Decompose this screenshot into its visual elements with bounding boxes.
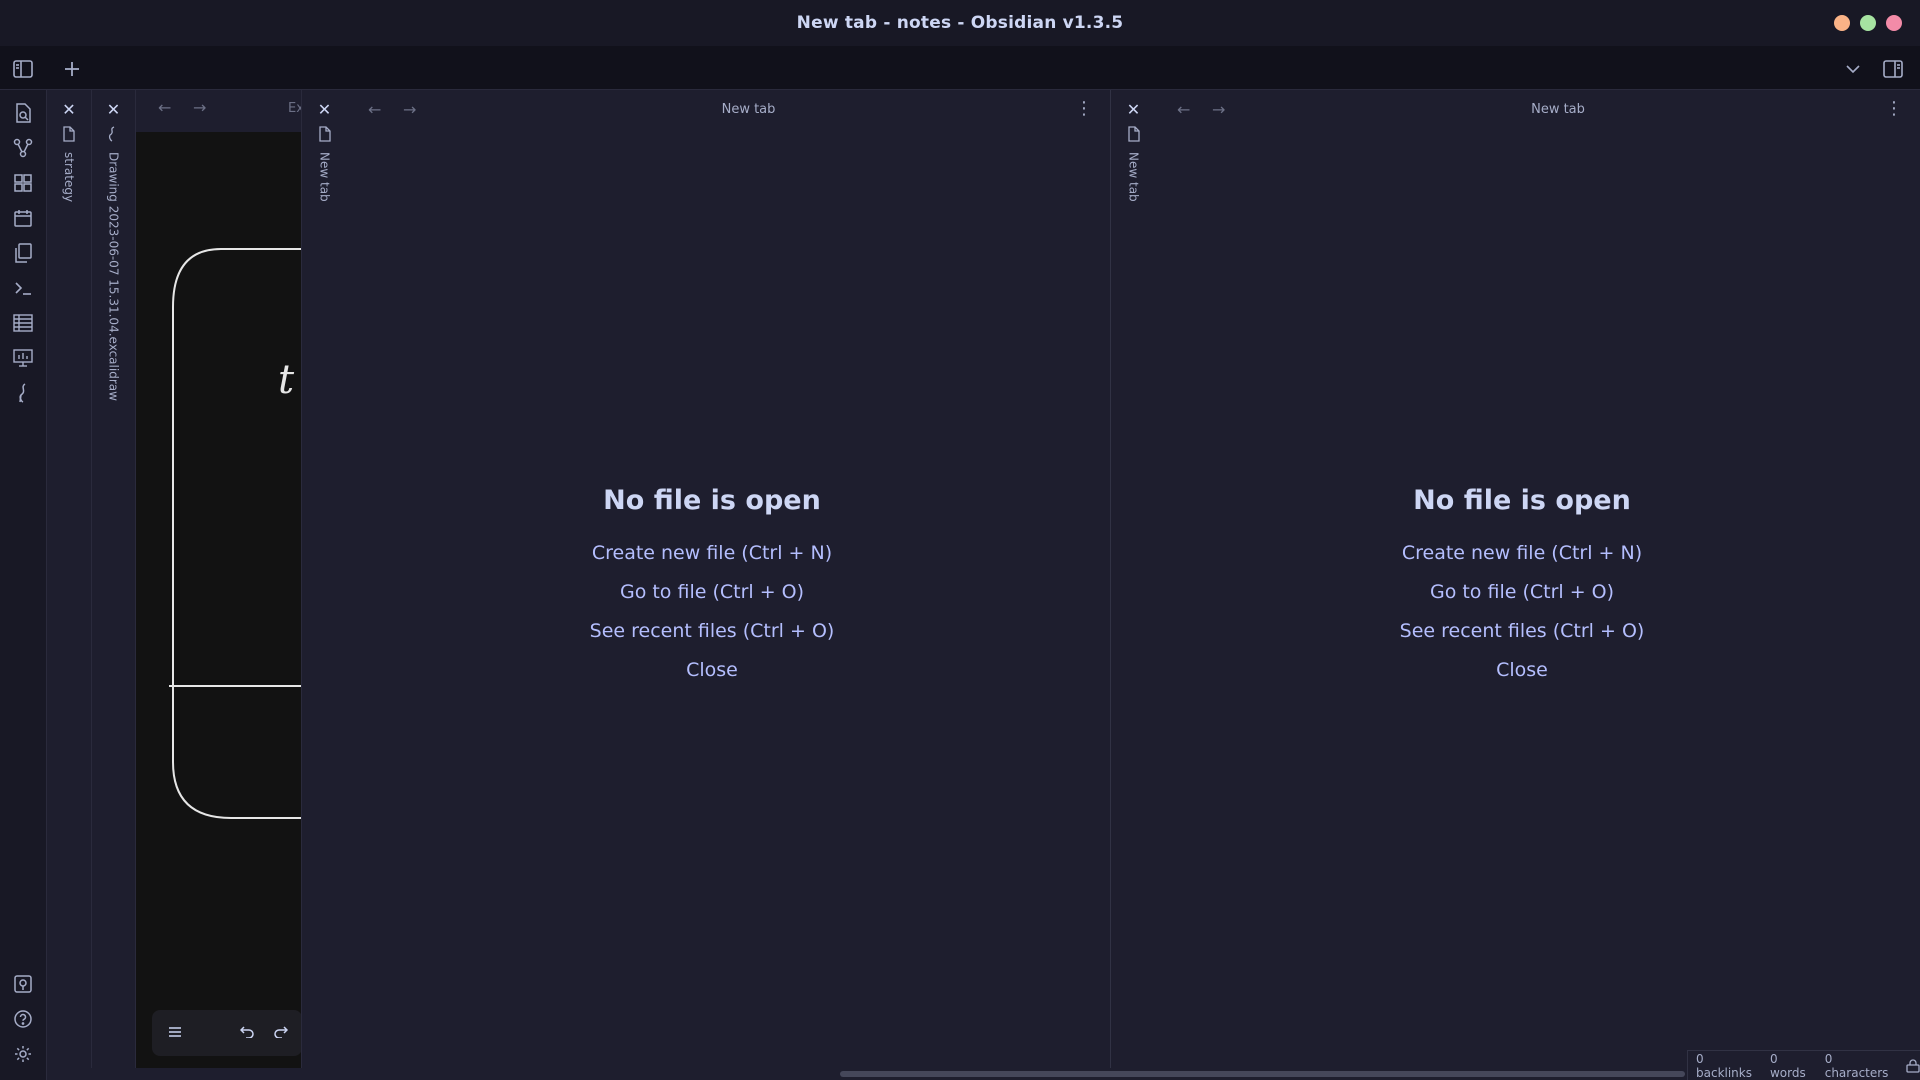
editor-pane-2: ← → New tab ⋮ No file is open Create new… xyxy=(1156,90,1920,1068)
stacked-tab-label: strategy xyxy=(62,152,76,203)
empty-state: No file is open Create new file (Ctrl + … xyxy=(347,485,1110,698)
stacked-tab-new-right[interactable]: ✕ New tab xyxy=(1111,90,1156,1068)
backlinks-count[interactable]: 0 backlinks xyxy=(1696,1052,1760,1080)
help-icon[interactable] xyxy=(12,1008,34,1030)
close-tab-icon[interactable]: ✕ xyxy=(1127,100,1140,119)
tab-title: New tab xyxy=(721,102,776,117)
stacked-tab-label: Drawing 2023-06-07 15.31.04.excalidraw xyxy=(106,152,121,401)
file-icon xyxy=(1127,126,1141,142)
close-tab-icon[interactable]: ✕ xyxy=(107,100,120,119)
close-link[interactable]: Close xyxy=(347,659,1077,682)
pane-header: ← → New tab ⋮ xyxy=(347,90,1110,130)
redo-icon[interactable] xyxy=(271,1022,291,1042)
pane-header: ← → New tab ⋮ xyxy=(1156,90,1920,130)
recent-files-link[interactable]: See recent files (Ctrl + O) xyxy=(1156,620,1888,643)
open-quick-switcher-icon[interactable] xyxy=(12,102,34,124)
create-new-file-link[interactable]: Create new file (Ctrl + N) xyxy=(347,542,1077,565)
go-to-file-link[interactable]: Go to file (Ctrl + O) xyxy=(347,581,1077,604)
menu-icon[interactable] xyxy=(165,1022,185,1042)
more-options-icon[interactable]: ⋮ xyxy=(1075,98,1093,119)
excalidraw-bottom-toolbar xyxy=(152,1010,302,1056)
excalidraw-file-icon xyxy=(107,126,121,142)
stacked-tab-label: New tab xyxy=(317,152,332,202)
left-ribbon xyxy=(0,90,47,1080)
canvas-icon[interactable] xyxy=(12,172,34,194)
create-new-file-link[interactable]: Create new file (Ctrl + N) xyxy=(1156,542,1888,565)
file-icon xyxy=(62,126,76,142)
excalidraw-tab-title: Ex xyxy=(288,101,301,116)
maximize-button[interactable] xyxy=(1860,15,1876,31)
undo-icon[interactable] xyxy=(237,1022,257,1042)
graph-view-icon[interactable] xyxy=(12,137,34,159)
empty-state-heading: No file is open xyxy=(603,485,821,516)
word-count: 0 words xyxy=(1769,1051,1806,1080)
table-icon[interactable] xyxy=(12,312,34,334)
character-count: 0 characters xyxy=(1824,1051,1889,1080)
close-tab-icon[interactable]: ✕ xyxy=(318,100,331,119)
stacked-tab-strategy[interactable]: ✕ strategy xyxy=(47,90,92,1068)
daily-note-icon[interactable] xyxy=(12,207,34,229)
drawing-shape xyxy=(169,248,301,819)
close-window-button[interactable] xyxy=(1886,15,1902,31)
window-title: New tab - notes - Obsidian v1.3.5 xyxy=(796,13,1124,33)
back-arrow-icon[interactable]: ← xyxy=(158,98,171,117)
minimize-button[interactable] xyxy=(1834,15,1850,31)
excalidraw-icon[interactable] xyxy=(12,382,34,404)
window-controls xyxy=(1834,15,1902,31)
tab-title: New tab xyxy=(1531,102,1585,117)
new-tab-icon[interactable] xyxy=(61,58,83,80)
sidebar-toggle-icon[interactable] xyxy=(12,58,34,80)
templates-icon[interactable] xyxy=(12,242,34,264)
recent-files-link[interactable]: See recent files (Ctrl + O) xyxy=(347,620,1077,643)
excalidraw-canvas[interactable]: t xyxy=(136,132,301,1068)
sync-status-icon[interactable] xyxy=(1906,1058,1920,1073)
empty-state: No file is open Create new file (Ctrl + … xyxy=(1156,485,1920,698)
stacked-tab-label: New tab xyxy=(1126,152,1141,202)
forward-arrow-icon[interactable]: → xyxy=(193,98,206,117)
editor-pane-1: ← → New tab ⋮ No file is open Create new… xyxy=(347,90,1110,1068)
stacked-tab-new-left[interactable]: ✕ New tab xyxy=(301,90,347,1068)
command-palette-icon[interactable] xyxy=(12,277,34,299)
more-options-icon[interactable]: ⋮ xyxy=(1885,98,1903,119)
status-bar: 0 backlinks 0 words 0 characters xyxy=(1687,1050,1920,1080)
canvas-text: t xyxy=(278,357,295,403)
slides-icon[interactable] xyxy=(12,347,34,369)
right-sidebar-toggle-icon[interactable] xyxy=(1882,58,1904,80)
title-bar: New tab - notes - Obsidian v1.3.5 xyxy=(0,0,1920,46)
go-to-file-link[interactable]: Go to file (Ctrl + O) xyxy=(1156,581,1888,604)
horizontal-scrollbar[interactable] xyxy=(840,1071,1685,1077)
stacked-tab-drawing[interactable]: ✕ Drawing 2023-06-07 15.31.04.excalidraw xyxy=(92,90,136,1068)
tab-list-chevron-icon[interactable] xyxy=(1842,58,1864,80)
close-tab-icon[interactable]: ✕ xyxy=(62,100,75,119)
vault-switcher-icon[interactable] xyxy=(12,973,34,995)
settings-icon[interactable] xyxy=(12,1043,34,1065)
empty-state-heading: No file is open xyxy=(1413,485,1631,516)
tab-header-bar xyxy=(0,46,1920,90)
file-icon xyxy=(318,126,332,142)
close-link[interactable]: Close xyxy=(1156,659,1888,682)
